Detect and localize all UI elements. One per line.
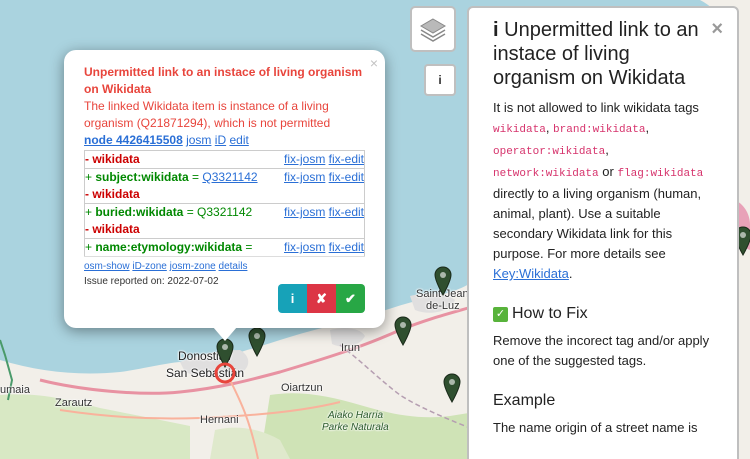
josm-zone-link[interactable]: josm-zone <box>170 261 216 272</box>
issue-info-button[interactable]: i <box>278 284 307 313</box>
fix-add-tag: + buried:wikidata = Q3321142 <box>85 205 253 219</box>
fix-add-tag: + subject:wikidata = Q3321142 <box>85 170 258 184</box>
false-positive-button[interactable]: ✘ <box>307 284 336 313</box>
map-pin-icon <box>394 316 412 347</box>
popup-object-links: node 4426415508 josm iD edit <box>84 132 365 149</box>
map-pin-icon <box>434 266 452 297</box>
josm-link[interactable]: josm <box>186 133 211 147</box>
how-to-fix-heading: ✓ How to Fix <box>493 303 713 325</box>
fix-row: + name:etymology:wikidata = Q3321142 fix-… <box>84 238 365 256</box>
fix-edit-link[interactable]: fix-edit <box>329 169 364 203</box>
panel-description: It is not allowed to link wikidata tags … <box>493 100 704 281</box>
fix-value[interactable]: Q3321142 <box>202 170 257 184</box>
example-heading: Example <box>493 392 556 409</box>
fix-edit-link[interactable]: fix-edit <box>329 204 364 238</box>
fix-key: buried:wikidata <box>95 205 184 219</box>
fix-actions: fix-josm fix-edit <box>282 151 364 168</box>
fix-josm-link[interactable]: fix-josm <box>284 169 325 203</box>
place-label: Oiartzun <box>281 382 323 394</box>
fix-edit-link[interactable]: fix-edit <box>329 239 364 256</box>
fix-josm-link[interactable]: fix-josm <box>284 239 325 256</box>
fix-operations: + name:etymology:wikidata = Q3321142 <box>85 239 282 256</box>
place-label: Hernani <box>200 414 239 426</box>
edit-link[interactable]: edit <box>229 133 248 147</box>
fix-operations: + buried:wikidata = Q3321142 - wikidata <box>85 204 282 238</box>
place-label: Irun <box>341 342 360 354</box>
fix-delete-tag: - wikidata <box>85 222 140 236</box>
panel-title-text: Unpermitted link to an instace of living… <box>493 19 699 89</box>
fix-josm-link[interactable]: fix-josm <box>284 204 325 238</box>
or-text: or <box>602 164 614 179</box>
layers-control-button[interactable] <box>410 6 456 52</box>
fix-row: + subject:wikidata = Q3321142 - wikidata f… <box>84 168 365 203</box>
place-label: Zarautz <box>55 397 93 409</box>
key-wikidata-link[interactable]: Key:Wikidata <box>493 266 569 281</box>
popup-tip <box>213 327 237 341</box>
id-link[interactable]: iD <box>215 133 226 147</box>
fix-key: wikidata <box>92 187 140 201</box>
fix-add-tag: + name:etymology:wikidata = Q3321142 <box>85 240 253 254</box>
tag-code: flag:wikidata <box>617 168 704 180</box>
tag-code: network:wikidata <box>493 168 599 180</box>
how-to-fix-text: Remove the incorect tag and/or apply one… <box>493 333 710 368</box>
fix-actions: fix-josm fix-edit <box>282 239 364 256</box>
panel-close-button[interactable]: × <box>711 18 723 41</box>
details-link[interactable]: details <box>219 261 248 272</box>
map-pin-icon <box>248 327 266 358</box>
fix-actions: fix-josm fix-edit <box>282 169 364 203</box>
fix-key: wikidata <box>92 222 140 236</box>
description-body: directly to a living organism (human, an… <box>493 186 702 261</box>
info-icon: i <box>493 19 499 41</box>
fix-key: subject:wikidata <box>95 170 189 184</box>
how-to-fix-label: How to Fix <box>512 305 588 322</box>
fix-row: - wikidata fix-josm fix-edit <box>84 150 365 168</box>
issue-marker[interactable] <box>248 327 266 358</box>
fix-list: - wikidata fix-josm fix-edit + subject:wiki… <box>84 150 365 257</box>
place-label: Aiako Harria <box>328 410 384 421</box>
layers-icon <box>420 18 446 42</box>
place-label: Parke Naturala <box>322 422 389 433</box>
issue-popup: × Unpermitted link to an instace of livi… <box>64 50 385 328</box>
osm-show-link[interactable]: osm-show <box>84 261 130 272</box>
issue-marker[interactable] <box>434 266 452 297</box>
node-link[interactable]: node 4426415508 <box>84 133 183 147</box>
popup-subtitle: The linked Wikidata item is instance of … <box>84 99 331 130</box>
fix-edit-link[interactable]: fix-edit <box>329 151 364 168</box>
issue-help-panel: × i Unpermitted link to an instace of li… <box>467 6 739 459</box>
popup-title: Unpermitted link to an instace of living… <box>84 65 363 96</box>
check-icon: ✓ <box>493 307 508 322</box>
fix-value: Q3321142 <box>197 205 253 219</box>
tag-code: brand:wikidata <box>553 124 646 136</box>
place-label: umaia <box>0 384 30 396</box>
tag-code: wikidata <box>493 124 546 136</box>
fix-josm-link[interactable]: fix-josm <box>284 151 325 168</box>
panel-title: i Unpermitted link to an instace of livi… <box>493 18 713 90</box>
fix-key: wikidata <box>92 152 140 166</box>
fix-delete-tag: - wikidata <box>85 152 140 166</box>
popup-tools: osm-show iD-zone josm-zone details <box>84 260 365 274</box>
issue-marker[interactable] <box>394 316 412 347</box>
popup-action-buttons: i ✘ ✔ <box>278 284 365 313</box>
popup-close-button[interactable]: × <box>370 55 378 71</box>
tag-code: operator:wikidata <box>493 146 606 158</box>
place-label: de-Luz <box>426 300 460 312</box>
fix-operations: - wikidata <box>85 151 282 168</box>
example-text: The name origin of a street name is <box>493 420 698 435</box>
map-pin-icon <box>443 373 461 404</box>
selected-marker-ring <box>214 362 236 384</box>
mark-done-button[interactable]: ✔ <box>336 284 365 313</box>
issue-marker[interactable] <box>443 373 461 404</box>
fix-key: name:etymology:wikidata <box>95 240 243 254</box>
map-info-button[interactable]: i <box>424 64 456 96</box>
id-zone-link[interactable]: iD-zone <box>132 261 166 272</box>
fix-row: + buried:wikidata = Q3321142 - wikidata fi… <box>84 203 365 238</box>
fix-actions: fix-josm fix-edit <box>282 204 364 238</box>
description-intro: It is not allowed to link wikidata tags <box>493 100 699 115</box>
fix-operations: + subject:wikidata = Q3321142 - wikidata <box>85 169 282 203</box>
fix-delete-tag: - wikidata <box>85 187 140 201</box>
